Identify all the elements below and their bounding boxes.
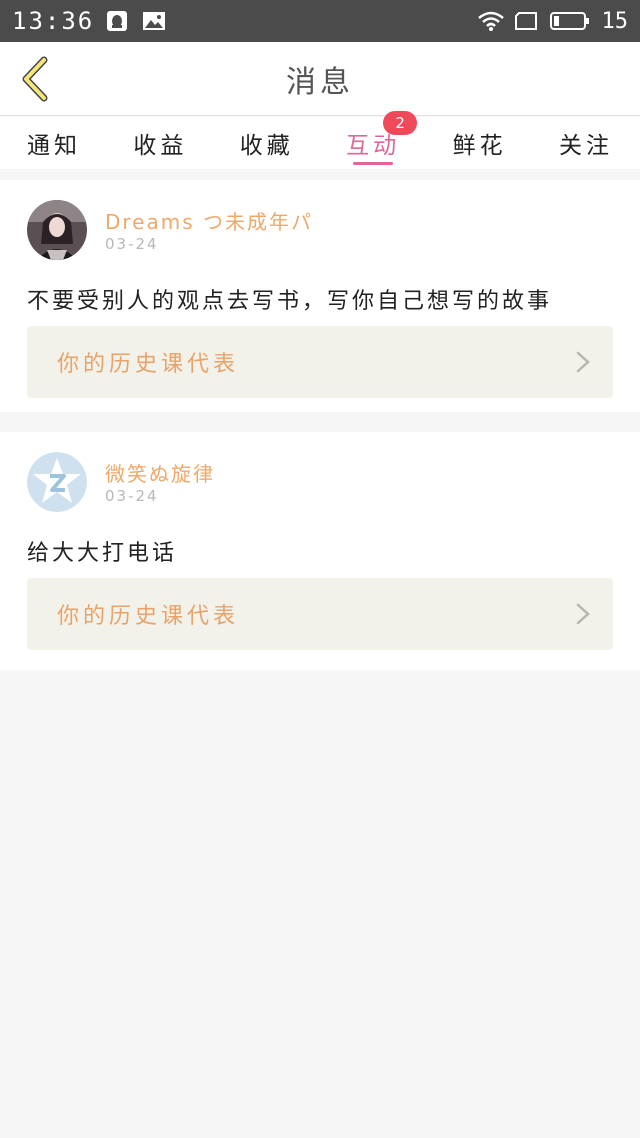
tab-label: 鲜花: [452, 133, 507, 159]
tab-earnings[interactable]: 收益: [120, 117, 200, 169]
message-date: 03-24: [105, 487, 159, 505]
avatar[interactable]: [27, 452, 87, 512]
chevron-right-icon: [576, 603, 590, 625]
chevron-left-icon: [22, 56, 48, 102]
status-bar: 13:36 15: [0, 0, 640, 42]
chevron-right-icon: [576, 351, 590, 373]
back-button[interactable]: [12, 54, 56, 104]
tab-label: 收藏: [239, 133, 294, 159]
reference-box[interactable]: 你的历史课代表: [27, 326, 613, 398]
tab-following[interactable]: 关注: [546, 117, 626, 169]
qq-icon: [106, 10, 130, 32]
comment-text: 不要受别人的观点去写书，写你自己想写的故事: [27, 289, 553, 314]
wifi-icon: [477, 10, 504, 32]
message-user-row: Dreams つ未成年パ 03-24: [27, 180, 613, 278]
tab-label: 通知: [27, 133, 81, 159]
reference-title: 你的历史课代表: [57, 352, 240, 377]
app-header: 消息: [0, 42, 640, 116]
tab-notice[interactable]: 通知: [14, 117, 94, 169]
battery-level: 15: [601, 8, 629, 34]
battery-icon: [549, 10, 590, 32]
tab-interaction[interactable]: 互动 2: [333, 111, 418, 169]
message-card: Dreams つ未成年パ 03-24 不要受别人的观点去写书，写你自己想写的故事…: [0, 180, 640, 412]
unread-badge: 2: [383, 111, 418, 135]
tab-bar: 通知 收益 收藏 互动 2 鲜花 关注: [0, 111, 640, 169]
status-time: 13:36: [12, 7, 95, 35]
tab-flowers[interactable]: 鲜花: [440, 117, 520, 169]
screen-icon: [514, 10, 538, 32]
message-card: 微笑ぬ旋律 03-24 给大大打电话 你的历史课代表: [0, 432, 640, 670]
reference-box[interactable]: 你的历史课代表: [27, 578, 613, 650]
message-date: 03-24: [105, 235, 159, 253]
page-title: 消息: [286, 64, 354, 100]
tab-favorites[interactable]: 收藏: [227, 117, 307, 169]
tab-label: 关注: [558, 133, 613, 159]
reference-title: 你的历史课代表: [57, 604, 240, 629]
image-icon: [142, 10, 166, 32]
avatar[interactable]: [27, 200, 87, 260]
message-user-row: 微笑ぬ旋律 03-24: [27, 432, 613, 530]
user-name[interactable]: Dreams つ未成年パ: [105, 206, 313, 235]
tab-label: 收益: [133, 133, 188, 159]
comment-text: 给大大打电话: [27, 541, 178, 566]
user-name[interactable]: 微笑ぬ旋律: [105, 458, 215, 487]
